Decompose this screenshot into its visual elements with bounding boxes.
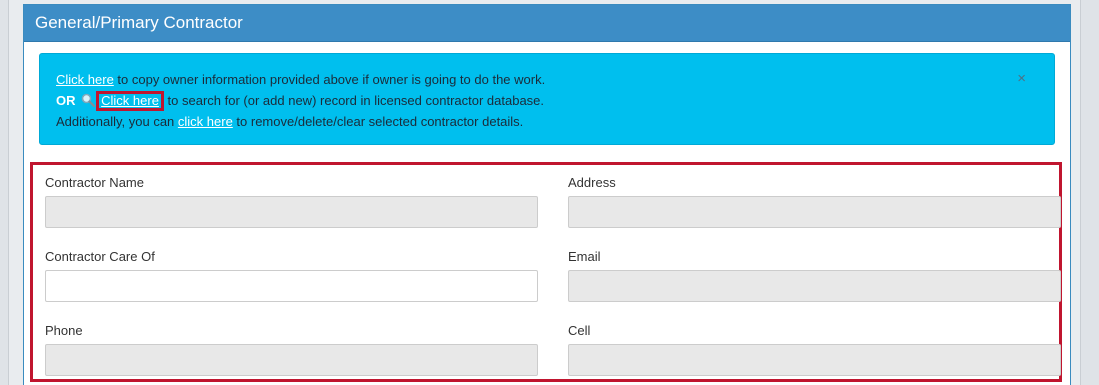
right-scroll-gutter [1080,0,1099,385]
general-contractor-panel: General/Primary Contractor Click here to… [23,4,1071,385]
phone-label: Phone [45,323,83,338]
copy-owner-link[interactable]: Click here [56,72,114,87]
contractor-care-of-field[interactable] [45,270,538,302]
contractor-form: Contractor Name Address Contractor Care … [30,162,1062,382]
address-field[interactable] [568,196,1061,228]
close-icon[interactable]: × [1017,68,1026,89]
alert-line-3: Additionally, you can click here to remo… [56,111,1054,132]
alert-line-2: OR Click here to search for (or add new)… [56,90,1054,111]
or-label: OR [56,93,76,108]
alert-line-1-text: to copy owner information provided above… [113,72,546,87]
clear-contractor-link[interactable]: click here [178,114,233,129]
contractor-care-of-label: Contractor Care Of [45,249,155,264]
email-label: Email [568,249,601,264]
left-gutter [0,0,9,385]
contractor-name-label: Contractor Name [45,175,144,190]
search-link-highlight: Click here [96,91,164,111]
search-contractor-link[interactable]: Click here [101,93,159,108]
panel-title: General/Primary Contractor [24,5,1070,42]
cell-field[interactable] [568,344,1061,376]
phone-field[interactable] [45,344,538,376]
search-icon [81,93,96,107]
alert-line-3-text: to remove/delete/clear selected contract… [232,114,524,129]
info-alert: Click here to copy owner information pro… [39,53,1055,145]
alert-line-1: Click here to copy owner information pro… [56,69,1054,90]
contractor-name-field[interactable] [45,196,538,228]
address-label: Address [568,175,616,190]
alert-line-3-prefix: Additionally, you can [56,114,178,129]
email-field[interactable] [568,270,1061,302]
alert-line-2-text: to search for (or add new) record in lic… [167,93,545,108]
cell-label: Cell [568,323,591,338]
